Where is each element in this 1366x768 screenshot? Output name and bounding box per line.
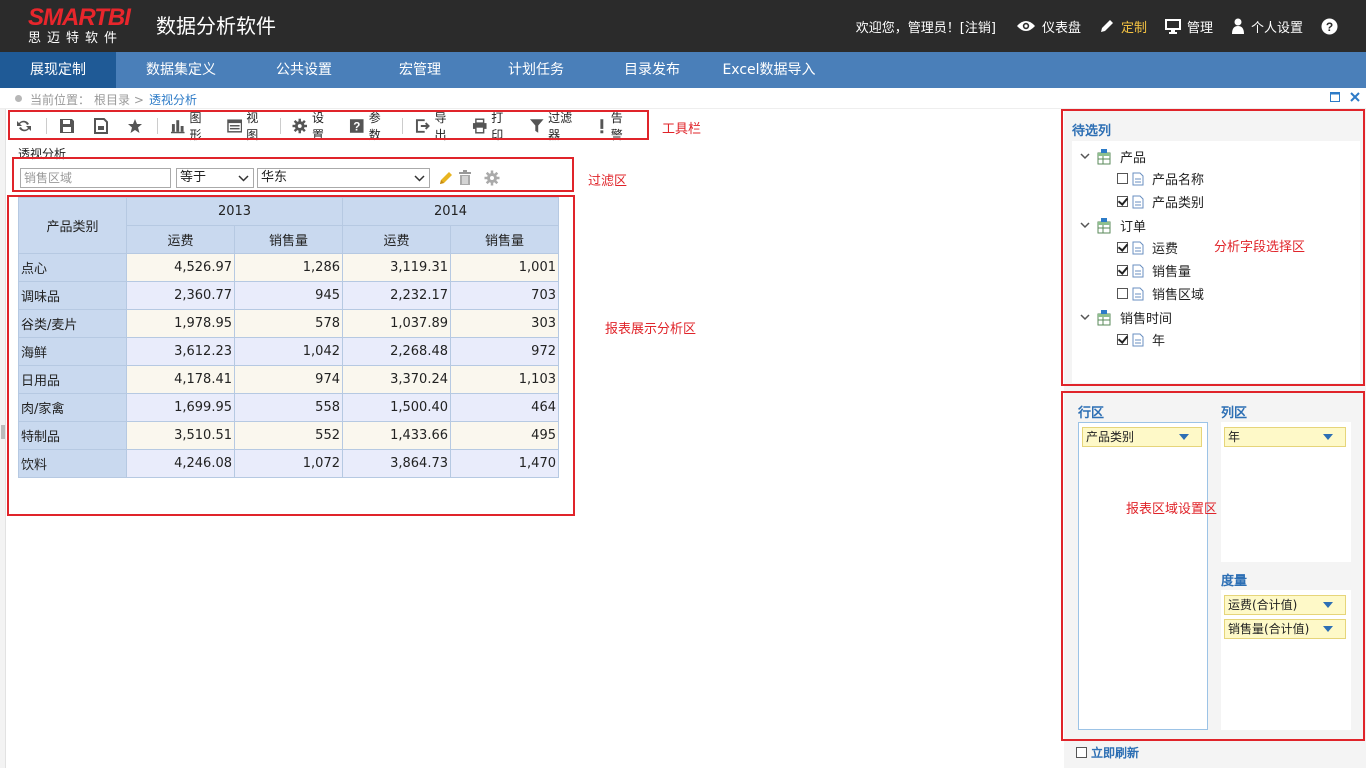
nav-macro-management[interactable]: 宏管理 — [362, 52, 478, 88]
breadcrumb-root[interactable]: 根目录 > — [94, 91, 144, 108]
app-title: 数据分析软件 — [156, 14, 276, 38]
refresh-now-checkbox[interactable] — [1076, 747, 1087, 758]
personal-settings-link[interactable]: 个人设置 — [1231, 17, 1303, 36]
help-icon: ? — [1321, 18, 1338, 34]
welcome-text[interactable]: 欢迎您，管理员！[注销] — [856, 17, 996, 36]
collapse-handle[interactable] — [0, 109, 6, 768]
customize-link[interactable]: 定制 — [1099, 17, 1147, 36]
manage-link[interactable]: 管理 — [1164, 17, 1213, 36]
toolbar-annotation: 工具栏 — [662, 122, 702, 137]
user-icon — [1231, 18, 1244, 34]
help-button[interactable]: ? — [1321, 18, 1344, 35]
close-icon[interactable] — [1350, 91, 1360, 105]
zones-frame — [1061, 391, 1365, 741]
nav-catalog-publish[interactable]: 目录发布 — [594, 52, 710, 88]
header-menu: 欢迎您，管理员！[注销] 仪表盘 定制 管理 个人设置 ? — [856, 0, 1344, 52]
breadcrumb-label: 当前位置： — [30, 93, 91, 107]
zones-annotation: 报表区域设置区 — [1126, 502, 1218, 517]
nav-display-custom[interactable]: 展现定制 — [0, 52, 116, 88]
breadcrumb-current: 透视分析 — [149, 93, 198, 107]
logo-brand: SMARTBI — [28, 4, 131, 31]
manage-label: 管理 — [1186, 20, 1213, 36]
dashboard-label: 仪表盘 — [1041, 20, 1081, 36]
report-annotation: 报表展示分析区 — [605, 322, 697, 337]
nav-scheduled-tasks[interactable]: 计划任务 — [478, 52, 594, 88]
breadcrumb-dot — [15, 95, 22, 102]
personal-settings-label: 个人设置 — [1250, 20, 1303, 36]
breadcrumb: 当前位置： 根目录 > 透视分析 — [0, 88, 1366, 109]
nav-dataset-definition[interactable]: 数据集定义 — [116, 52, 246, 88]
logo-subtitle: 思迈特软件 — [28, 31, 124, 46]
filter-frame — [12, 157, 574, 192]
fields-annotation: 分析字段选择区 — [1214, 240, 1306, 255]
logo: SMARTBI 思迈特软件 — [28, 4, 144, 47]
refresh-now-toggle[interactable]: 立即刷新 — [1076, 744, 1139, 761]
report-frame — [7, 195, 575, 516]
top-bar: SMARTBI 思迈特软件 数据分析软件 欢迎您，管理员！[注销] 仪表盘 定制… — [0, 0, 1366, 52]
nav-public-settings[interactable]: 公共设置 — [246, 52, 362, 88]
svg-text:?: ? — [1326, 20, 1333, 34]
eye-icon — [1016, 21, 1035, 31]
main-nav: 展现定制 数据集定义 公共设置 宏管理 计划任务 目录发布 Excel数据导入 — [0, 52, 1366, 88]
maximize-icon[interactable] — [1330, 91, 1340, 105]
customize-label: 定制 — [1120, 20, 1147, 36]
pencil-icon — [1100, 20, 1113, 32]
monitor-icon — [1164, 18, 1181, 34]
fields-frame — [1061, 109, 1365, 386]
refresh-now-label: 立即刷新 — [1091, 746, 1140, 760]
toolbar-frame — [8, 110, 649, 140]
dashboard-link[interactable]: 仪表盘 — [1016, 17, 1081, 36]
collapse-grip — [1, 425, 5, 439]
filter-annotation: 过滤区 — [588, 174, 628, 189]
nav-excel-import[interactable]: Excel数据导入 — [710, 52, 828, 88]
